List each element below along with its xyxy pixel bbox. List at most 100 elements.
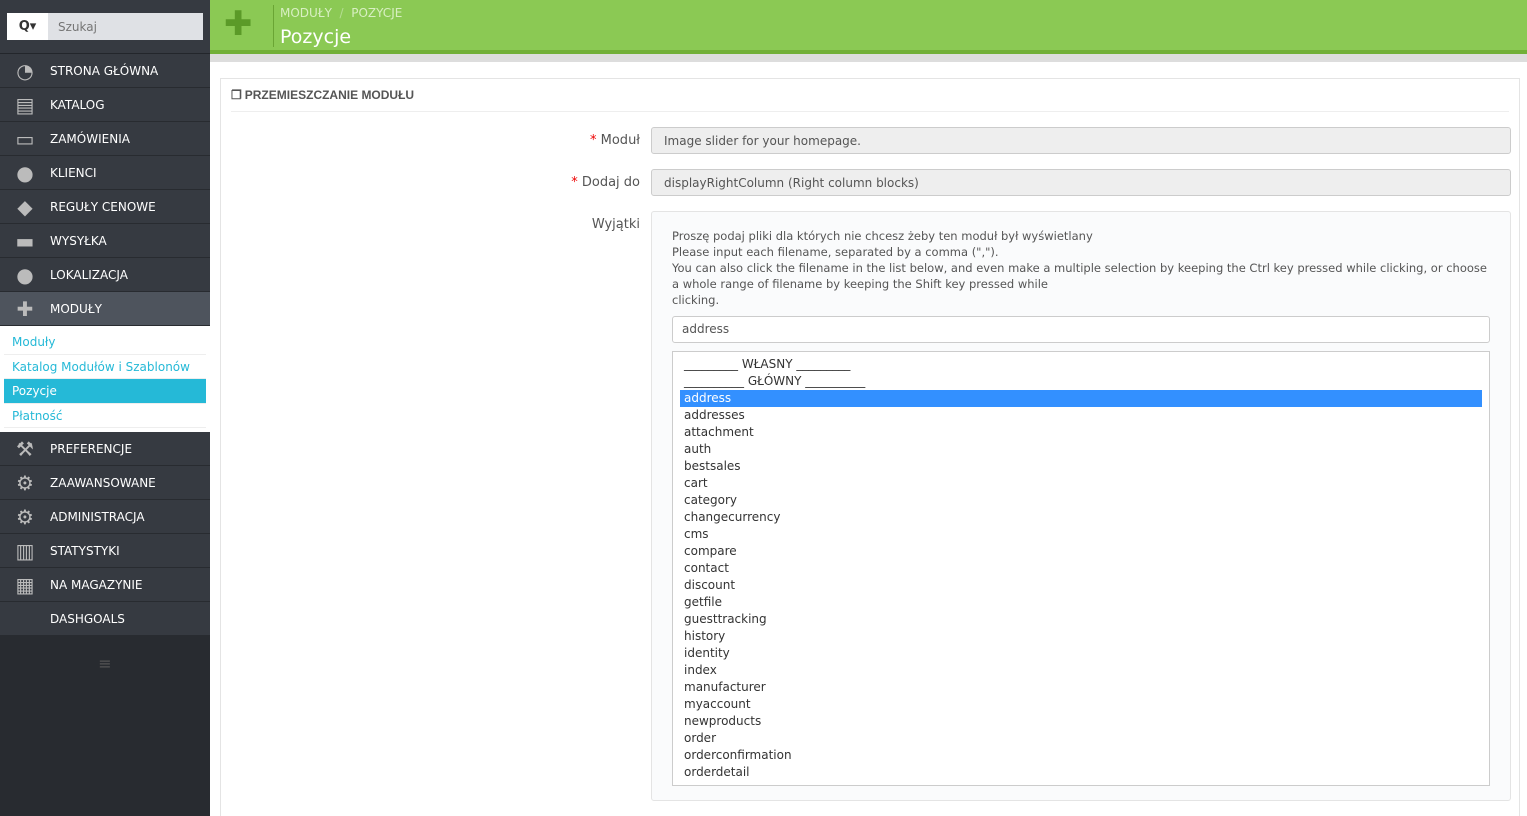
- list-item[interactable]: history: [680, 628, 1482, 645]
- list-item[interactable]: discount: [680, 577, 1482, 594]
- menu-item-label: WYSYŁKA: [50, 233, 107, 248]
- sidebar: Q▾ ◔ STRONA GŁÓWNA ▤ KATALOG ▭ ZAMÓWIENIA ● KLI…: [0, 0, 210, 816]
- exceptions-box: Proszę podaj pliki dla których nie chces…: [651, 211, 1511, 801]
- menu-item-label: ADMINISTRACJA: [50, 509, 145, 524]
- menu-item-label: ZAAWANSOWANE: [50, 475, 156, 490]
- list-item[interactable]: guesttracking: [680, 611, 1482, 628]
- tags-icon: ◆: [17, 194, 33, 219]
- list-item[interactable]: orderconfirmation: [680, 747, 1482, 764]
- hook-field[interactable]: displayRightColumn (Right column blocks): [651, 169, 1511, 196]
- list-item[interactable]: myaccount: [680, 696, 1482, 713]
- truck-icon: ▬: [15, 228, 35, 253]
- menu-item-label: STATYSTYKI: [50, 543, 120, 558]
- panel-title: PRZEMIESZCZANIE MODUŁU: [244, 88, 415, 102]
- menu-item-strona-główna[interactable]: ◔ STRONA GŁÓWNA: [0, 54, 210, 88]
- list-item[interactable]: contact: [680, 560, 1482, 577]
- help-text-3: clicking.: [672, 293, 720, 307]
- submenu: Moduły Katalog Modułów i Szablonów Pozycje…: [0, 326, 210, 432]
- menu-item-moduły[interactable]: ✚ MODUŁY: [0, 292, 210, 326]
- puzzle-icon: ✚: [16, 296, 34, 321]
- breadcrumb-positions[interactable]: POZYCJE: [351, 6, 402, 20]
- menu-item-administracja[interactable]: ⚙ ADMINISTRACJA: [0, 500, 210, 534]
- menu-item-dashgoals[interactable]: DASHGOALS: [0, 602, 210, 636]
- module-label: * Moduł: [590, 133, 640, 148]
- list-item[interactable]: address: [680, 390, 1482, 407]
- list-item[interactable]: changecurrency: [680, 509, 1482, 526]
- dashboard-icon: ◔: [16, 58, 34, 83]
- breadcrumb-modules[interactable]: MODUŁY: [280, 6, 332, 20]
- breadcrumb: MODUŁY / POZYCJE: [280, 6, 402, 20]
- list-item[interactable]: auth: [680, 441, 1482, 458]
- menu-item-label: MODUŁY: [50, 301, 102, 316]
- menu-item-label: PREFERENCJE: [50, 441, 133, 456]
- page-title: Pozycje: [280, 26, 352, 48]
- wrench-icon: ⚒: [16, 436, 34, 461]
- divider: [273, 5, 274, 47]
- menu-item-label: REGUŁY CENOWE: [50, 199, 156, 214]
- list-item[interactable]: index: [680, 662, 1482, 679]
- submenu-item[interactable]: Katalog Modułów i Szablonów: [4, 355, 206, 379]
- exceptions-label: Wyjątki: [591, 217, 640, 232]
- credit-card-icon: ▭: [15, 126, 35, 151]
- menu-item-katalog[interactable]: ▤ KATALOG: [0, 88, 210, 122]
- list-item[interactable]: compare: [680, 543, 1482, 560]
- search-input[interactable]: [48, 13, 203, 40]
- hook-label: * Dodaj do: [571, 175, 640, 190]
- globe-icon: ●: [16, 262, 34, 287]
- exceptions-file-list[interactable]: _________ WŁASNY _________ __________ GŁÓ…: [672, 351, 1490, 786]
- list-item[interactable]: addresses: [680, 407, 1482, 424]
- help-text-1: Please input each filename, separated by…: [672, 245, 999, 259]
- list-item[interactable]: bestsales: [680, 458, 1482, 475]
- search-dropdown-button[interactable]: Q▾: [7, 13, 48, 40]
- menu-item-reguły-cenowe[interactable]: ◆ REGUŁY CENOWE: [0, 190, 210, 224]
- list-item[interactable]: attachment: [680, 424, 1482, 441]
- list-item[interactable]: getfile: [680, 594, 1482, 611]
- menu-item-label: LOKALIZACJA: [50, 267, 128, 282]
- breadcrumb-separator: /: [339, 6, 344, 20]
- page-header: ✚ MODUŁY / POZYCJE Pozycje: [210, 0, 1527, 54]
- list-item[interactable]: manufacturer: [680, 679, 1482, 696]
- menu-item-statystyki[interactable]: ▥ STATYSTYKI: [0, 534, 210, 568]
- menu-item-label: NA MAGAZYNIE: [50, 577, 143, 592]
- submenu-item[interactable]: Płatność: [4, 404, 206, 428]
- bar-chart-icon: ▥: [15, 538, 35, 563]
- cogs-icon: ⚙: [16, 470, 34, 495]
- archive-icon: ▦: [15, 572, 35, 597]
- list-item[interactable]: orderdetail: [680, 764, 1482, 781]
- module-field: Image slider for your homepage.: [651, 127, 1511, 154]
- list-item[interactable]: category: [680, 492, 1482, 509]
- exceptions-input[interactable]: address: [672, 316, 1490, 343]
- transplant-module-panel: ❐ PRZEMIESZCZANIE MODUŁU * Moduł Image sl…: [220, 78, 1520, 816]
- menu-item-label: ZAMÓWIENIA: [50, 131, 130, 146]
- list-item[interactable]: order: [680, 730, 1482, 747]
- menu-item-label: STRONA GŁÓWNA: [50, 63, 159, 78]
- list-group-header: _________ WŁASNY _________: [684, 357, 851, 371]
- list-item[interactable]: identity: [680, 645, 1482, 662]
- menu-item-label: DASHGOALS: [50, 611, 125, 626]
- menu-item-wysyłka[interactable]: ▬ WYSYŁKA: [0, 224, 210, 258]
- collapse-menu-icon[interactable]: ≡: [0, 654, 210, 673]
- header-shadow: [210, 54, 1527, 62]
- book-icon: ▤: [15, 92, 35, 117]
- list-item[interactable]: newproducts: [680, 713, 1482, 730]
- cog-icon: ⚙: [16, 504, 34, 529]
- submenu-item[interactable]: Moduły: [4, 330, 206, 355]
- menu-item-zaawansowane[interactable]: ⚙ ZAAWANSOWANE: [0, 466, 210, 500]
- menu-item-preferencje[interactable]: ⚒ PREFERENCJE: [0, 432, 210, 466]
- help-text-pl: Proszę podaj pliki dla których nie chces…: [672, 229, 1093, 243]
- menu-item-label: KLIENCI: [50, 165, 97, 180]
- submenu-item[interactable]: Pozycje: [4, 379, 206, 404]
- help-text-2: You can also click the filename in the l…: [672, 261, 1487, 291]
- menu-item-klienci[interactable]: ● KLIENCI: [0, 156, 210, 190]
- copy-icon: ❐: [231, 88, 242, 102]
- users-icon: ●: [16, 160, 34, 185]
- search-bar: Q▾: [0, 0, 210, 54]
- list-item[interactable]: cart: [680, 475, 1482, 492]
- menu-item-label: KATALOG: [50, 97, 105, 112]
- list-group-header: __________ GŁÓWNY __________: [684, 374, 866, 388]
- menu-item-na-magazynie[interactable]: ▦ NA MAGAZYNIE: [0, 568, 210, 602]
- list-item[interactable]: cms: [680, 526, 1482, 543]
- menu-item-lokalizacja[interactable]: ● LOKALIZACJA: [0, 258, 210, 292]
- puzzle-icon: ✚: [224, 4, 253, 44]
- menu-item-zamówienia[interactable]: ▭ ZAMÓWIENIA: [0, 122, 210, 156]
